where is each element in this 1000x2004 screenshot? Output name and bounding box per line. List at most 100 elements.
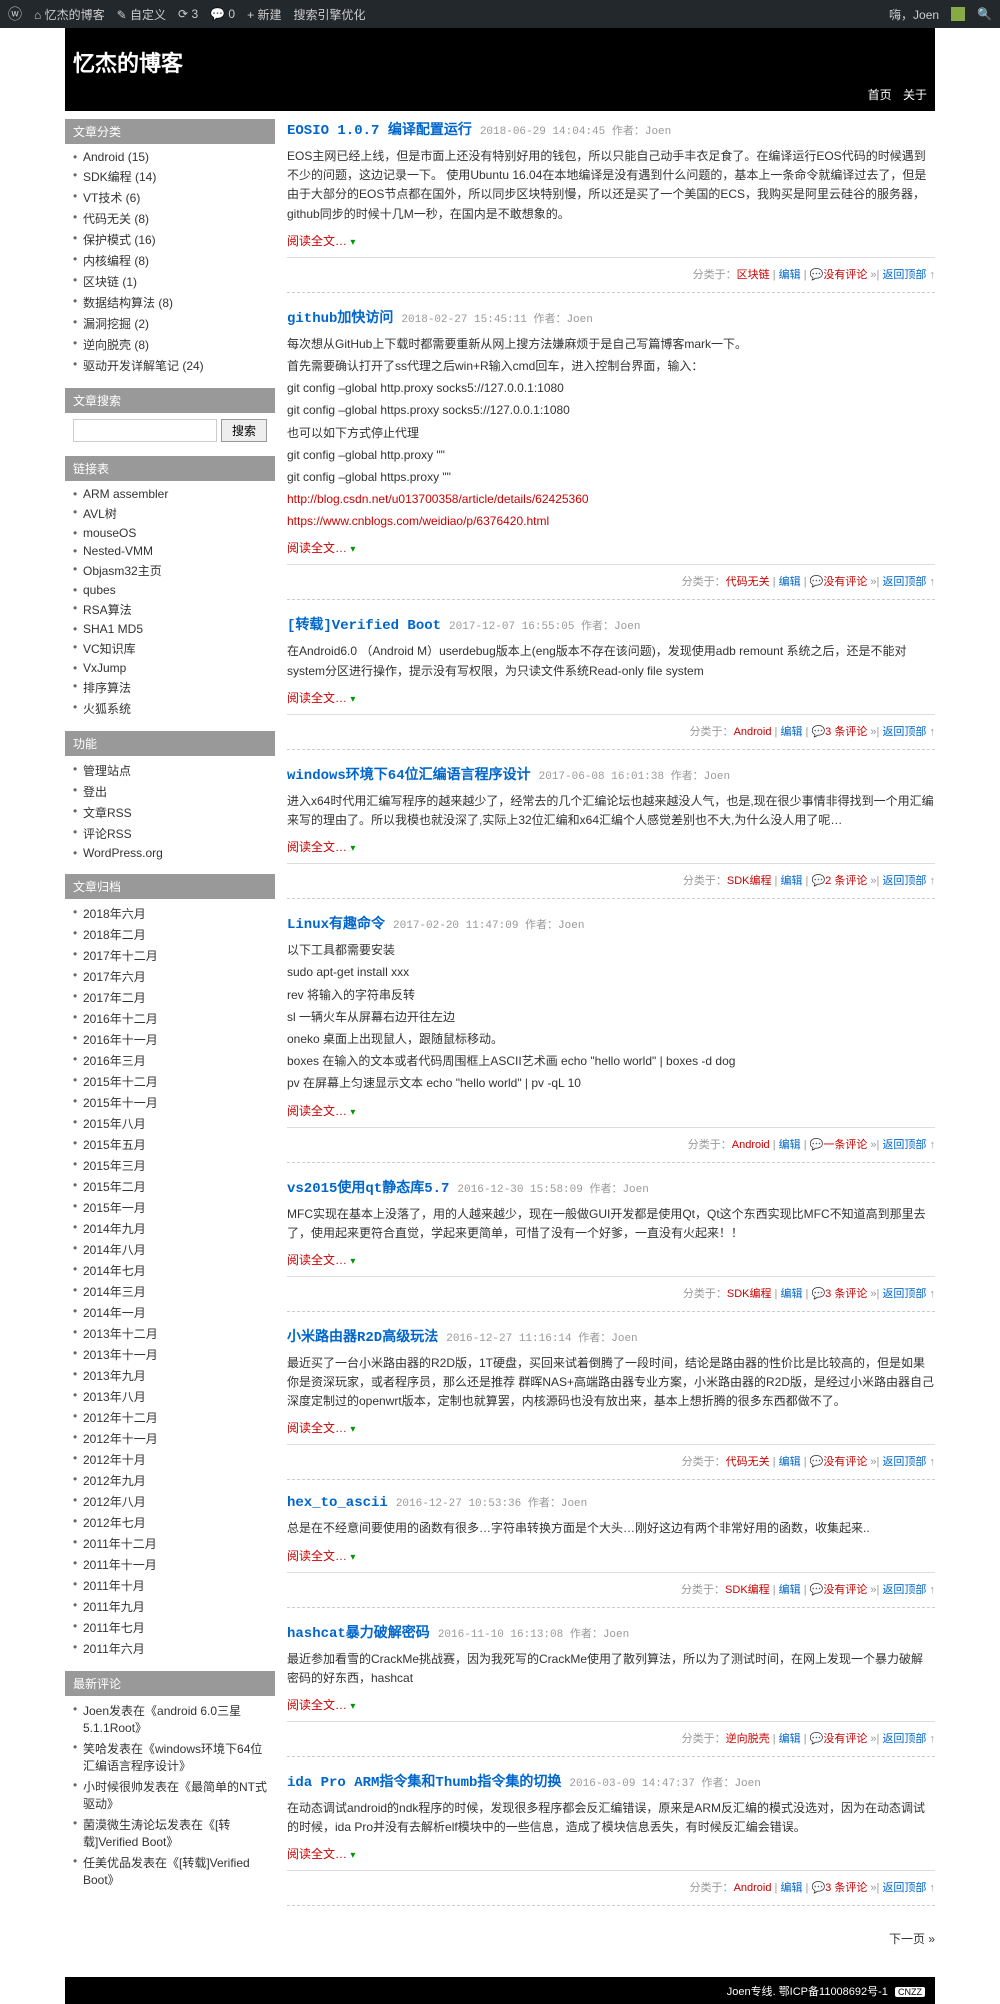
category-item-link[interactable]: 逆向脱壳 (8) <box>83 338 149 352</box>
read-more-link[interactable]: 阅读全文… <box>287 1421 347 1435</box>
back-to-top-link[interactable]: 返回顶部 <box>882 576 926 588</box>
archive-item-link[interactable]: 2011年九月 <box>83 1600 145 1614</box>
archive-item-link[interactable]: 2017年二月 <box>83 991 146 1005</box>
blogroll-item-link[interactable]: mouseOS <box>83 526 136 540</box>
archive-item-link[interactable]: 2013年十一月 <box>83 1348 158 1362</box>
back-to-top-link[interactable]: 返回顶部 <box>882 1288 926 1300</box>
avatar-icon[interactable] <box>951 7 965 21</box>
post-title-link[interactable]: Linux有趣命令 <box>287 917 385 933</box>
archive-item-link[interactable]: 2015年五月 <box>83 1138 146 1152</box>
footer-link[interactable]: Joen专线 <box>727 1986 773 1998</box>
comments-link[interactable]: 没有评论 <box>823 1733 867 1745</box>
edit-link[interactable]: 编辑 <box>780 875 802 887</box>
comments-link[interactable]: 没有评论 <box>823 1456 867 1468</box>
category-link[interactable]: 逆向脱壳 <box>726 1733 770 1745</box>
post-title-link[interactable]: github加快访问 <box>287 311 393 327</box>
archive-item-link[interactable]: 2012年十一月 <box>83 1432 158 1446</box>
archive-item-link[interactable]: 2012年九月 <box>83 1474 146 1488</box>
category-item-link[interactable]: 保护模式 (16) <box>83 233 156 247</box>
category-item-link[interactable]: VT技术 (6) <box>83 191 140 205</box>
post-title-link[interactable]: windows环境下64位汇编语言程序设计 <box>287 768 531 784</box>
customize-link[interactable]: ✎ 自定义 <box>117 6 166 23</box>
post-title-link[interactable]: 小米路由器R2D高级玩法 <box>287 1330 438 1346</box>
category-item-link[interactable]: 内核编程 (8) <box>83 254 149 268</box>
blogroll-item-link[interactable]: SHA1 MD5 <box>83 622 143 636</box>
category-link[interactable]: 代码无关 <box>726 1456 770 1468</box>
archive-item-link[interactable]: 2014年八月 <box>83 1243 146 1257</box>
archive-item-link[interactable]: 2011年十一月 <box>83 1558 157 1572</box>
read-more-link[interactable]: 阅读全文… <box>287 1104 347 1118</box>
edit-link[interactable]: 编辑 <box>779 1733 801 1745</box>
read-more-link[interactable]: 阅读全文… <box>287 691 347 705</box>
search-icon[interactable]: 🔍 <box>977 7 992 21</box>
archive-item-link[interactable]: 2016年十一月 <box>83 1033 158 1047</box>
read-more-link[interactable]: 阅读全文… <box>287 1847 347 1861</box>
back-to-top-link[interactable]: 返回顶部 <box>882 1733 926 1745</box>
site-title[interactable]: 忆杰的博客 <box>65 46 935 78</box>
comments-link[interactable]: 3 条评论 <box>825 1882 867 1894</box>
archive-item-link[interactable]: 2013年九月 <box>83 1369 146 1383</box>
back-to-top-link[interactable]: 返回顶部 <box>882 269 926 281</box>
edit-link[interactable]: 编辑 <box>779 576 801 588</box>
post-title-link[interactable]: [转载]Verified Boot <box>287 618 441 634</box>
category-link[interactable]: 代码无关 <box>726 576 770 588</box>
external-link[interactable]: http://blog.csdn.net/u013700358/article/… <box>287 492 589 506</box>
blogroll-item-link[interactable]: 排序算法 <box>83 681 131 695</box>
site-name-link[interactable]: ⌂ 忆杰的博客 <box>34 6 105 23</box>
archive-item-link[interactable]: 2013年八月 <box>83 1390 146 1404</box>
blogroll-item-link[interactable]: VxJump <box>83 661 126 675</box>
archive-item-link[interactable]: 2015年八月 <box>83 1117 146 1131</box>
category-item-link[interactable]: 数据结构算法 (8) <box>83 296 173 310</box>
read-more-link[interactable]: 阅读全文… <box>287 1253 347 1267</box>
archive-item-link[interactable]: 2011年十月 <box>83 1579 145 1593</box>
archive-item-link[interactable]: 2015年一月 <box>83 1201 146 1215</box>
edit-link[interactable]: 编辑 <box>780 1288 802 1300</box>
external-link[interactable]: https://www.cnblogs.com/weidiao/p/637642… <box>287 514 549 528</box>
archive-item-link[interactable]: 2012年八月 <box>83 1495 146 1509</box>
read-more-link[interactable]: 阅读全文… <box>287 1698 347 1712</box>
seo-link[interactable]: 搜索引擎优化 <box>293 6 365 23</box>
archive-item-link[interactable]: 2013年十二月 <box>83 1327 158 1341</box>
comments-link[interactable]: 3 条评论 <box>825 726 867 738</box>
updates-link[interactable]: ⟳ 3 <box>178 7 198 21</box>
recent-comment-item-link[interactable]: 笑哈发表在《windows环境下64位汇编语言程序设计》 <box>83 1742 262 1773</box>
meta-item-link[interactable]: 管理站点 <box>83 764 131 778</box>
blogroll-item-link[interactable]: AVL树 <box>83 507 117 521</box>
blogroll-item-link[interactable]: Objasm32主页 <box>83 564 162 578</box>
archive-item-link[interactable]: 2018年二月 <box>83 928 146 942</box>
nav-home[interactable]: 首页 <box>868 88 892 102</box>
meta-item-link[interactable]: WordPress.org <box>83 846 163 860</box>
archive-item-link[interactable]: 2016年十二月 <box>83 1012 158 1026</box>
comments-link[interactable]: 一条评论 <box>823 1139 867 1151</box>
read-more-link[interactable]: 阅读全文… <box>287 840 347 854</box>
read-more-link[interactable]: 阅读全文… <box>287 541 347 555</box>
next-page-link[interactable]: 下一页 » <box>889 1932 935 1946</box>
archive-item-link[interactable]: 2016年三月 <box>83 1054 146 1068</box>
read-more-link[interactable]: 阅读全文… <box>287 1549 347 1563</box>
meta-item-link[interactable]: 登出 <box>83 785 107 799</box>
archive-item-link[interactable]: 2017年十二月 <box>83 949 158 963</box>
new-link[interactable]: + 新建 <box>247 6 281 23</box>
post-title-link[interactable]: ida Pro ARM指令集和Thumb指令集的切换 <box>287 1775 561 1791</box>
wp-logo-icon[interactable]: ⓦ <box>8 4 22 24</box>
search-button[interactable]: 搜索 <box>221 419 267 442</box>
category-item-link[interactable]: Android (15) <box>83 150 149 164</box>
nav-about[interactable]: 关于 <box>903 88 927 102</box>
search-input[interactable] <box>73 419 217 442</box>
edit-link[interactable]: 编辑 <box>780 726 802 738</box>
category-item-link[interactable]: SDK编程 (14) <box>83 170 156 184</box>
blogroll-item-link[interactable]: ARM assembler <box>83 487 168 501</box>
recent-comment-item-link[interactable]: 菌漠微生涛论坛发表在《[转载]Verified Boot》 <box>83 1818 230 1849</box>
archive-item-link[interactable]: 2014年一月 <box>83 1306 146 1320</box>
comments-link[interactable]: 没有评论 <box>823 1584 867 1596</box>
archive-item-link[interactable]: 2017年六月 <box>83 970 146 984</box>
category-link[interactable]: Android <box>734 726 772 738</box>
back-to-top-link[interactable]: 返回顶部 <box>882 875 926 887</box>
archive-item-link[interactable]: 2014年三月 <box>83 1285 146 1299</box>
blogroll-item-link[interactable]: VC知识库 <box>83 642 136 656</box>
recent-comment-item-link[interactable]: Joen发表在《android 6.0三星5.1.1Root》 <box>83 1704 241 1735</box>
meta-item-link[interactable]: 评论RSS <box>83 827 132 841</box>
back-to-top-link[interactable]: 返回顶部 <box>882 1456 926 1468</box>
blogroll-item-link[interactable]: 火狐系统 <box>83 702 131 716</box>
category-link[interactable]: Android <box>732 1139 770 1151</box>
